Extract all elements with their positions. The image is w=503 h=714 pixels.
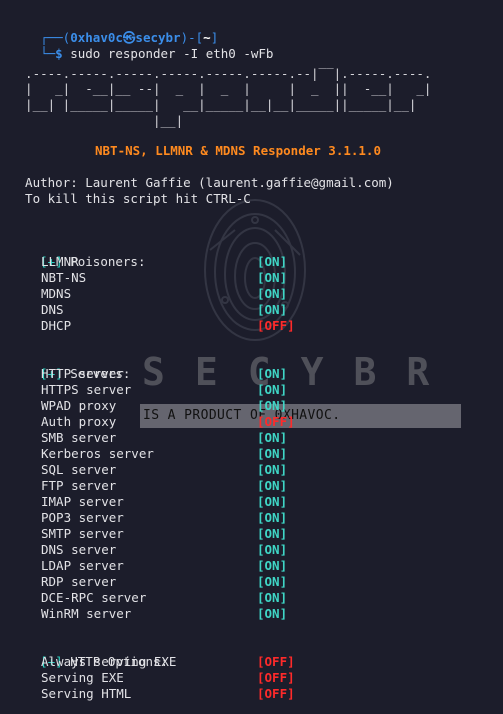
status-badge: [ON] <box>257 270 288 285</box>
item-label: Auth proxy <box>41 414 117 429</box>
banner-ascii-line: |__| |_____|_____| __|_____|__|__|_____|… <box>10 97 417 112</box>
section-header-servers: [+] Servers: <box>10 350 130 381</box>
item-label: LLMNR <box>41 254 79 269</box>
list-item: RDP server [ON] <box>0 574 503 590</box>
status-badge: [ON] <box>257 286 288 301</box>
author-line: Author: Laurent Gaffie (laurent.gaffie@g… <box>10 175 394 190</box>
command-line[interactable]: └─$ sudo responder -I eth0 -wFb <box>10 30 273 61</box>
banner-title: NBT-NS, LLMNR & MDNS Responder 3.1.1.0 <box>95 143 381 158</box>
status-badge: [OFF] <box>257 670 295 685</box>
list-item: FTP server [ON] <box>0 478 503 494</box>
item-label: DNS server <box>41 542 117 557</box>
status-badge: [ON] <box>257 478 288 493</box>
item-label: DHCP <box>41 318 72 333</box>
list-item: HTTPS server [ON] <box>0 382 503 398</box>
status-badge: [ON] <box>257 574 288 589</box>
list-item: WinRM server [ON] <box>0 606 503 622</box>
item-label: SMB server <box>41 430 117 445</box>
list-item: DHCP [OFF] <box>0 318 503 334</box>
list-item: POP3 server [ON] <box>0 510 503 526</box>
item-label: Serving HTML <box>41 686 132 701</box>
item-label: Always serving EXE <box>41 654 177 669</box>
status-badge: [ON] <box>257 254 288 269</box>
status-badge: [ON] <box>257 510 288 525</box>
list-item: DNS [ON] <box>0 302 503 318</box>
status-badge: [OFF] <box>257 654 295 669</box>
item-label: MDNS <box>41 286 72 301</box>
list-item: LLMNR [ON] <box>0 254 503 270</box>
status-badge: [ON] <box>257 382 288 397</box>
section-header-http-options: [+] HTTP Options: <box>10 638 168 669</box>
list-item: IMAP server [ON] <box>0 494 503 510</box>
item-label: SMTP server <box>41 526 124 541</box>
list-item: SMB server [ON] <box>0 430 503 446</box>
item-label: WPAD proxy <box>41 398 117 413</box>
list-item: LDAP server [ON] <box>0 558 503 574</box>
list-item: SQL server [ON] <box>0 462 503 478</box>
list-item: Kerberos server [ON] <box>0 446 503 462</box>
item-label: RDP server <box>41 574 117 589</box>
item-label: DCE-RPC server <box>41 590 147 605</box>
kill-hint-line: To kill this script hit CTRL-C <box>10 191 251 206</box>
item-label: POP3 server <box>41 510 124 525</box>
banner-ascii-line: | _| -__|__ --| _ | _ | | _ || -__| _| <box>10 81 432 96</box>
status-badge: [ON] <box>257 302 288 317</box>
list-item: NBT-NS [ON] <box>0 270 503 286</box>
list-item: SMTP server [ON] <box>0 526 503 542</box>
item-label: DNS <box>41 302 64 317</box>
item-label: FTP server <box>41 478 117 493</box>
list-item: DNS server [ON] <box>0 542 503 558</box>
banner-ascii-line: |__| <box>10 113 184 128</box>
status-badge: [ON] <box>257 430 288 445</box>
status-badge: [ON] <box>257 398 288 413</box>
item-label: WinRM server <box>41 606 132 621</box>
section-header-poisoners: [+] Poisoners: <box>10 238 145 269</box>
list-item: Serving HTML [OFF] <box>0 686 503 702</box>
status-badge: [ON] <box>257 526 288 541</box>
item-label: IMAP server <box>41 494 124 509</box>
status-badge: [ON] <box>257 446 288 461</box>
item-label: HTTP server <box>41 366 124 381</box>
list-item: HTTP server [ON] <box>0 366 503 382</box>
status-badge: [OFF] <box>257 318 295 333</box>
status-badge: [ON] <box>257 542 288 557</box>
list-item: Serving EXE [OFF] <box>0 670 503 686</box>
item-label: SQL server <box>41 462 117 477</box>
item-label: HTTPS server <box>41 382 132 397</box>
status-badge: [ON] <box>257 366 288 381</box>
item-label: NBT-NS <box>41 270 87 285</box>
status-badge: [ON] <box>257 558 288 573</box>
list-item: DCE-RPC server [ON] <box>0 590 503 606</box>
status-badge: [OFF] <box>257 414 295 429</box>
list-item: WPAD proxy [ON] <box>0 398 503 414</box>
banner-ascii-line: .----.-----.-----.-----.-----.-----.--| … <box>10 66 432 81</box>
item-label: Serving EXE <box>41 670 124 685</box>
item-label: LDAP server <box>41 558 124 573</box>
list-item: MDNS [ON] <box>0 286 503 302</box>
status-badge: [ON] <box>257 590 288 605</box>
item-label: Kerberos server <box>41 446 154 461</box>
list-item: Auth proxy [OFF] <box>0 414 503 430</box>
list-item: Always serving EXE [OFF] <box>0 654 503 670</box>
status-badge: [ON] <box>257 462 288 477</box>
status-badge: [ON] <box>257 606 288 621</box>
prompt-line: ┌──(0xhav0c㉿secybr)-[~] <box>10 14 218 45</box>
status-badge: [OFF] <box>257 686 295 701</box>
status-badge: [ON] <box>257 494 288 509</box>
terminal-window[interactable]: SECYBR IS A PRODUCT OF 0XHAVOC. ┌──(0xha… <box>0 0 503 714</box>
